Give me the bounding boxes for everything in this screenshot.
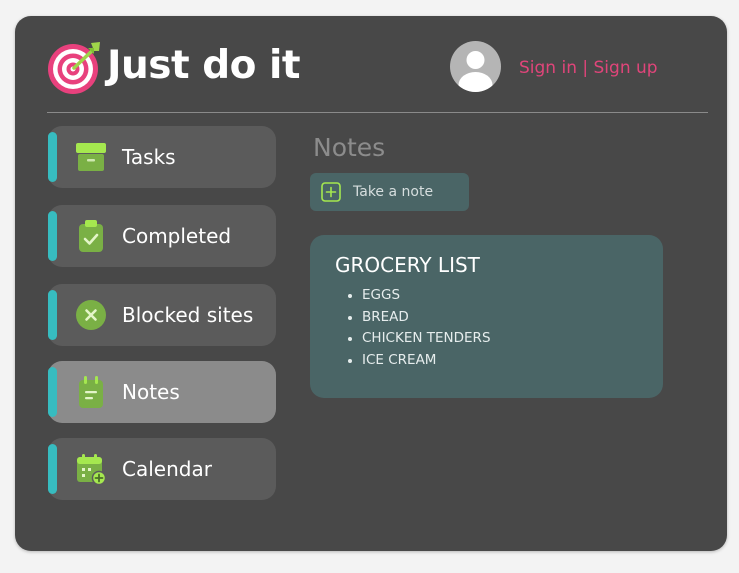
sidebar-item-completed[interactable]: Completed [48,205,276,267]
plus-square-icon [321,182,341,202]
note-title: GROCERY LIST [335,253,480,277]
nav-accent-bar [48,211,57,261]
nav-accent-bar [48,132,57,182]
clipboard-check-icon [79,220,103,252]
sidebar-item-notes[interactable]: Notes [48,361,276,423]
list-item: CHICKEN TENDERS [348,328,491,350]
user-avatar-icon[interactable] [450,41,501,92]
sidebar-item-blocked-sites[interactable]: Blocked sites [48,284,276,346]
nav-accent-bar [48,367,57,417]
sidebar-item-label: Blocked sites [122,303,254,327]
header-divider [47,112,708,113]
sidebar-item-label: Completed [122,224,232,248]
app-window: Just do it Sign in | Sign up Tasks Compl… [15,16,727,551]
target-dart-icon [48,42,100,94]
notepad-icon [79,376,103,408]
sidebar-item-label: Tasks [122,145,176,169]
calendar-plus-icon [77,454,106,485]
take-note-input[interactable]: Take a note [310,173,469,211]
take-note-placeholder: Take a note [353,184,434,200]
section-title: Notes [313,133,386,162]
nav-accent-bar [48,290,57,340]
sidebar-item-calendar[interactable]: Calendar [48,438,276,500]
note-list: EGGS BREAD CHICKEN TENDERS ICE CREAM [348,285,491,371]
sign-in-sign-up-link[interactable]: Sign in | Sign up [519,56,658,80]
sidebar-item-tasks[interactable]: Tasks [48,126,276,188]
list-item: EGGS [348,285,491,307]
sidebar-item-label: Notes [122,380,180,404]
archive-box-icon [76,143,106,171]
list-item: ICE CREAM [348,350,491,372]
note-card[interactable]: GROCERY LIST EGGS BREAD CHICKEN TENDERS … [310,235,663,398]
nav-accent-bar [48,444,57,494]
list-item: BREAD [348,307,491,329]
x-circle-icon [76,300,106,330]
sidebar-item-label: Calendar [122,457,212,481]
app-title: Just do it [107,43,301,88]
